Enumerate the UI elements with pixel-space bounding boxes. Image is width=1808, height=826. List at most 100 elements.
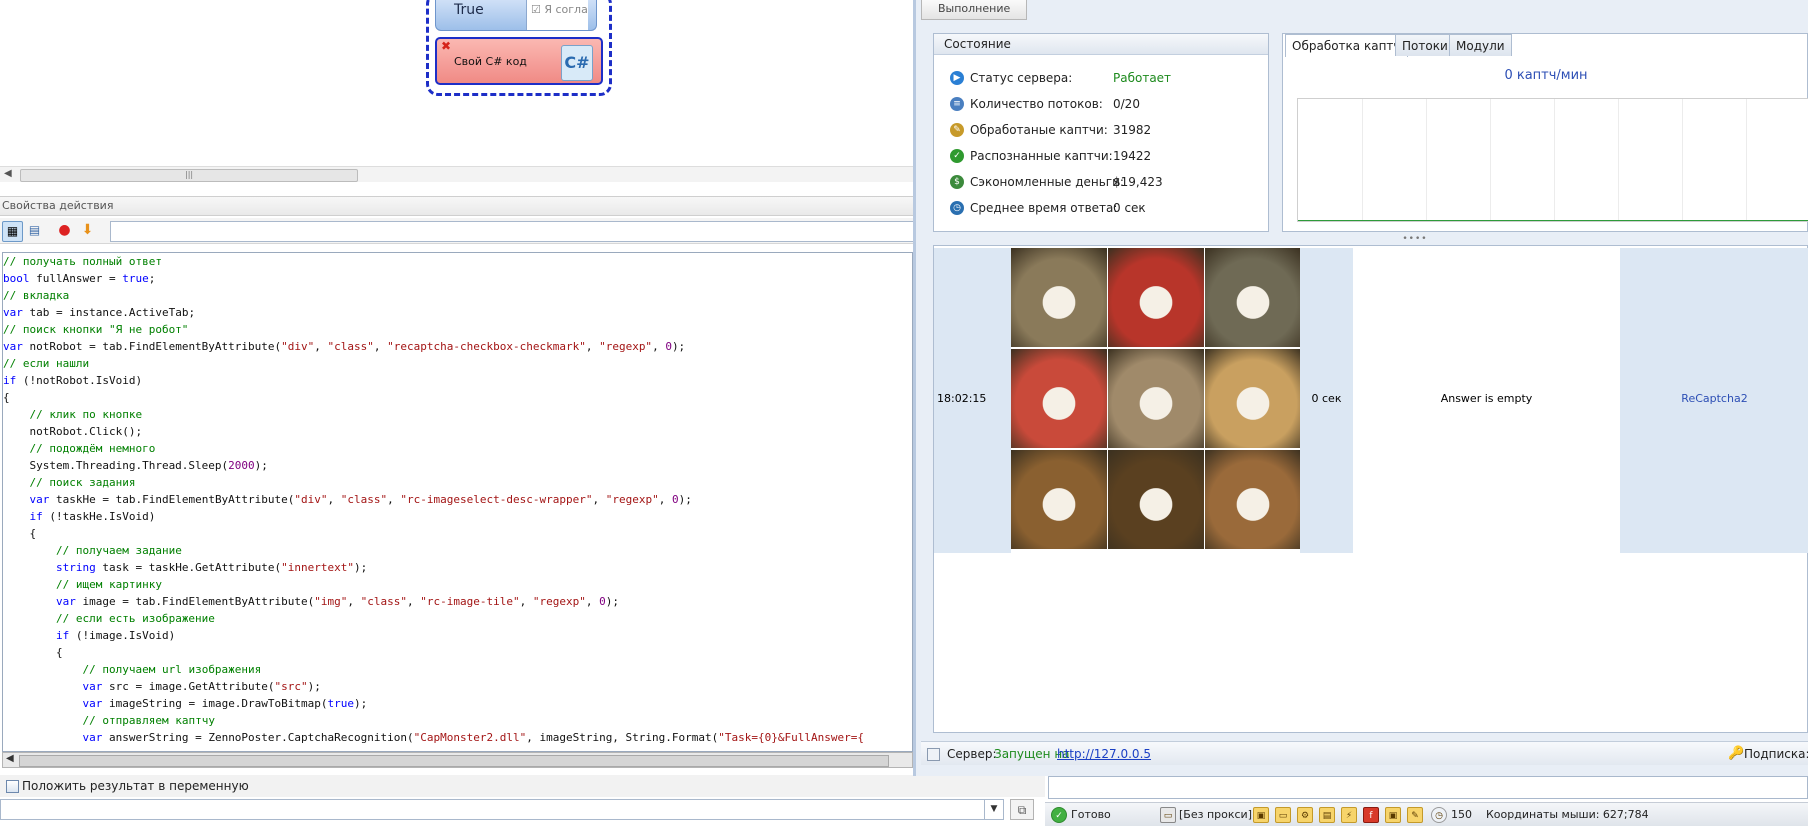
code-line: // поиск кнопки "Я не робот": [3, 323, 189, 336]
code-line: // ищем картинку: [55, 578, 162, 591]
code-line: var src = image.GetAttribute("src");: [82, 680, 321, 693]
scrollbar-thumb[interactable]: [19, 755, 889, 767]
monitor-icon[interactable]: ▣: [1385, 807, 1401, 823]
captcha-log-list: 18:02:15 0 сек Answer is empty ReCaptcha…: [933, 245, 1808, 733]
code-horizontal-scrollbar[interactable]: ◀: [2, 752, 913, 768]
money-icon: $: [950, 175, 964, 189]
brush-icon[interactable]: ✎: [1407, 807, 1423, 823]
put-result-row: Положить результат в переменную: [0, 775, 1045, 797]
captcha-tile: [1205, 349, 1301, 448]
captcha-tile: [1205, 248, 1301, 347]
code-line: var notRobot = tab.FindElementByAttribut…: [3, 340, 686, 353]
state-panel-title: Состояние: [934, 34, 1268, 55]
tab-modules[interactable]: Модули: [1449, 34, 1512, 56]
code-line: // подождём немного: [29, 442, 156, 455]
code-line: // если есть изображение: [55, 612, 215, 625]
csharp-code-block[interactable]: ✖ Свой C# код C#: [435, 37, 603, 85]
status-mouse-coords: Координаты мыши: 627;784: [1486, 808, 1649, 821]
scroll-left-arrow-icon[interactable]: ◀: [6, 753, 14, 764]
image-icon[interactable]: ▣: [1253, 807, 1269, 823]
code-line: // получаем задание: [55, 544, 182, 557]
state-value: 0 сек: [1113, 201, 1146, 215]
clock-icon: ◷: [1431, 807, 1447, 823]
put-result-checkbox[interactable]: [6, 780, 19, 793]
scroll-left-arrow-icon[interactable]: ◀: [4, 168, 12, 179]
properties-toolbar: ▦ ▤ ● ⬇: [0, 218, 915, 244]
server-url-link[interactable]: http://127.0.0.5: [1057, 747, 1151, 761]
project-canvas[interactable]: True ☑ Я согласе ✖ Свой C# код C#: [0, 0, 913, 168]
play-icon: ▶: [950, 71, 964, 85]
state-value: 0/20: [1113, 97, 1140, 111]
code-editor[interactable]: // получать полный ответ bool fullAnswer …: [2, 252, 913, 752]
true-block[interactable]: True ☑ Я согласе: [435, 0, 597, 31]
graph-baseline: [1298, 220, 1808, 221]
csharp-icon: C#: [561, 45, 593, 81]
check-icon: ✓: [950, 149, 964, 163]
server-icon: [927, 748, 940, 761]
entry-time: 18:02:15: [937, 392, 987, 405]
state-label: Сэкономленные деньги:: [970, 175, 1124, 189]
true-block-label: True: [454, 2, 484, 18]
properties-panel-title: Свойства действия: [0, 196, 913, 216]
status-proxy[interactable]: [Без прокси]: [1179, 808, 1252, 821]
state-label: Распознанные каптчи:: [970, 149, 1113, 163]
grip-icon: |||: [185, 170, 194, 179]
code-line: // получаем url изображения: [82, 663, 262, 676]
code-line: var answerString = ZennoPoster.CaptchaRe…: [82, 731, 864, 744]
settings-icon[interactable]: ⚙: [1297, 807, 1313, 823]
code-line: // вкладка: [3, 289, 70, 302]
code-line: // получать полный ответ: [3, 255, 162, 268]
captcha-rate: 0 каптч/мин: [1504, 68, 1588, 83]
properties-search-input[interactable]: [110, 221, 915, 242]
canvas-horizontal-scrollbar[interactable]: ◀ |||: [0, 166, 913, 182]
entry-answer: Answer is empty: [1440, 392, 1533, 405]
proxy-icon: ▭: [1160, 807, 1176, 823]
window-icon[interactable]: ▭: [1275, 807, 1291, 823]
entry-seconds: 0 сек: [1311, 392, 1342, 405]
captcha-tile: [1205, 450, 1301, 549]
key-icon: 🔑: [1728, 746, 1745, 761]
ready-icon: ✓: [1051, 807, 1067, 823]
captcha-image: [1011, 248, 1301, 553]
flash-player-icon[interactable]: f: [1363, 807, 1379, 823]
tab-execution[interactable]: Выполнение: [921, 0, 1027, 20]
stop-icon[interactable]: ●: [55, 221, 74, 240]
status-ready: Готово: [1071, 808, 1111, 821]
status-count: 150: [1451, 808, 1472, 821]
state-value: Работает: [1113, 71, 1172, 85]
captcha-tile: [1011, 349, 1107, 448]
splitter-grip-icon[interactable]: ••••: [1400, 234, 1430, 244]
code-line: if (!notRobot.IsVoid): [3, 374, 143, 387]
error-x-icon: ✖: [441, 39, 452, 53]
true-block-checkbox: ☑ Я согласе: [526, 0, 588, 30]
code-line: var tab = instance.ActiveTab;: [3, 306, 196, 319]
status-bar: ✓ Готово ▭ [Без прокси] ▣ ▭ ⚙ ▤ ⚡ f ▣ ✎ …: [1045, 802, 1808, 826]
state-label: Среднее время ответа:: [970, 201, 1118, 215]
properties-view-icon[interactable]: ▤: [25, 221, 44, 240]
scrollbar-thumb[interactable]: |||: [20, 169, 358, 182]
state-label: Обработаные каптчи:: [970, 123, 1108, 137]
chevron-down-icon[interactable]: ▼: [984, 800, 1003, 819]
put-result-label: Положить результат в переменную: [22, 779, 249, 793]
download-arrow-icon[interactable]: ⬇: [78, 221, 97, 240]
copy-button[interactable]: ⧉: [1010, 799, 1034, 820]
code-line: var taskHe = tab.FindElementByAttribute(…: [29, 493, 692, 506]
tab-captcha-processing[interactable]: Обработка каптч: [1285, 34, 1408, 57]
css-icon[interactable]: ▤: [1319, 807, 1335, 823]
log-input[interactable]: [1048, 776, 1808, 799]
grid-view-icon[interactable]: ▦: [2, 221, 23, 242]
list-item[interactable]: 18:02:15 0 сек Answer is empty ReCaptcha…: [934, 248, 1808, 553]
captcha-tile: [1108, 450, 1204, 549]
code-line: if (!image.IsVoid): [55, 629, 176, 642]
code-line: // поиск задания: [29, 476, 136, 489]
state-label: Статус сервера:: [970, 71, 1073, 85]
code-line: if (!taskHe.IsVoid): [29, 510, 156, 523]
code-line: var image = tab.FindElementByAttribute("…: [55, 595, 619, 608]
result-variable-combobox[interactable]: ▼: [0, 799, 1004, 820]
clock-icon: ◷: [950, 201, 964, 215]
flash-icon[interactable]: ⚡: [1341, 807, 1357, 823]
code-line: string task = taskHe.GetAttribute("inner…: [55, 561, 368, 574]
tab-threads[interactable]: Потоки: [1395, 34, 1455, 56]
code-line: {: [3, 391, 10, 404]
code-line: // если нашли: [3, 357, 90, 370]
